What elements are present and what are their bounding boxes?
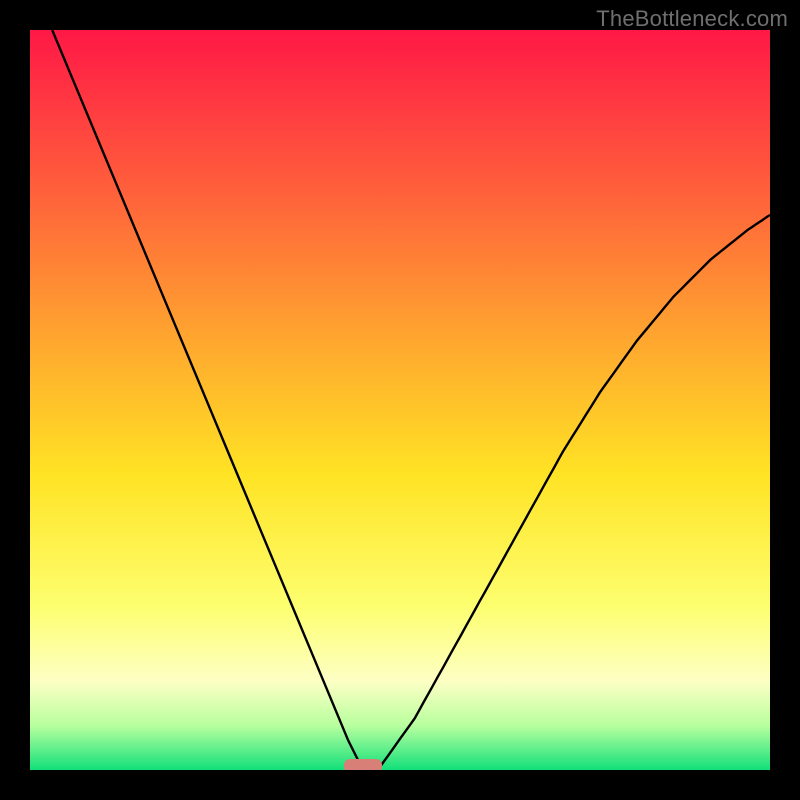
chart-background xyxy=(30,30,770,770)
chart-svg xyxy=(30,30,770,770)
minimum-marker xyxy=(344,759,382,770)
chart-plot-area xyxy=(30,30,770,770)
watermark-label: TheBottleneck.com xyxy=(596,6,788,32)
chart-frame: TheBottleneck.com xyxy=(0,0,800,800)
